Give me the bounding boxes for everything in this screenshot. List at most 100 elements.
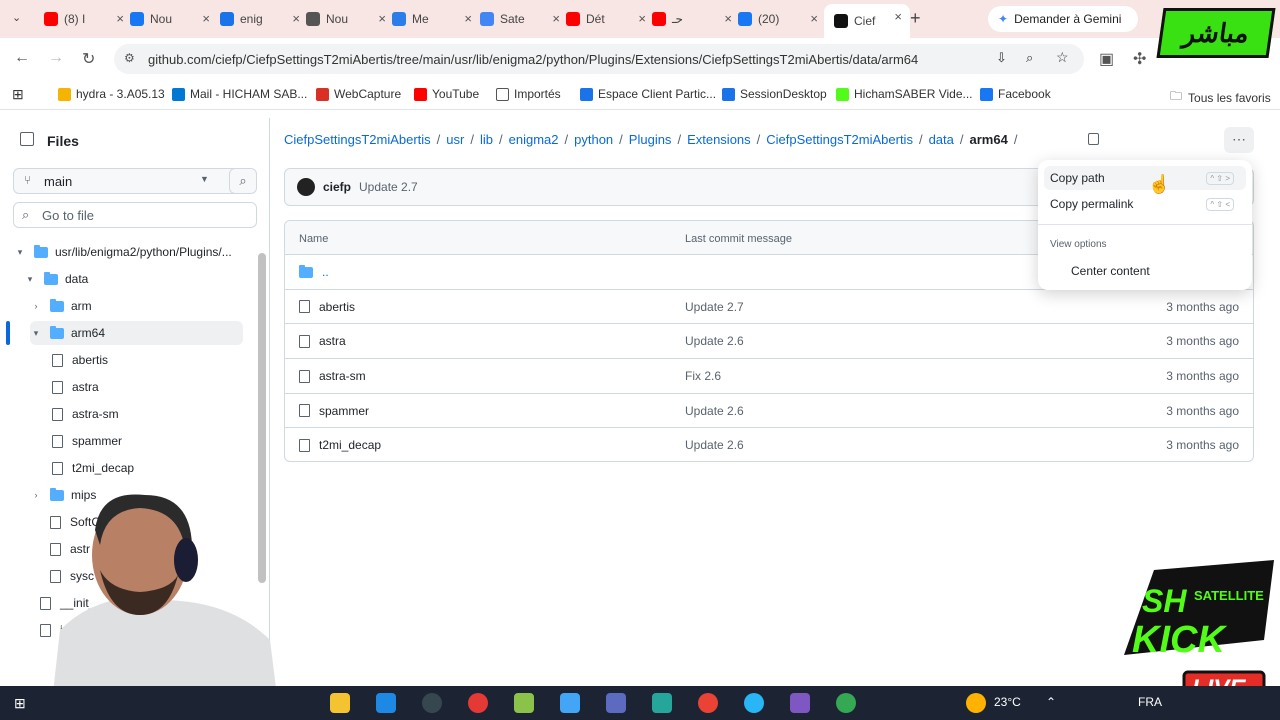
- tree-file[interactable]: abertis: [52, 348, 108, 372]
- table-row[interactable]: spammer Update 2.6 3 months ago: [285, 394, 1253, 429]
- commit-message[interactable]: Fix 2.6: [685, 369, 721, 383]
- reload-icon[interactable]: ↻: [82, 49, 95, 69]
- puzzle-icon[interactable]: ✣: [1133, 49, 1146, 69]
- browser-tab[interactable]: enig ×: [220, 6, 300, 32]
- close-tab-icon[interactable]: ×: [810, 11, 818, 26]
- branch-selector[interactable]: ⑂ main ▼: [13, 168, 243, 194]
- commit-message[interactable]: Update 2.6: [685, 334, 744, 348]
- collapse-sidebar-icon[interactable]: [20, 132, 34, 146]
- chrome-icon[interactable]: [698, 693, 718, 713]
- bookmark-item[interactable]: YouTube: [414, 87, 479, 101]
- search-icon[interactable]: ⌕: [229, 168, 257, 194]
- commit-message[interactable]: Update 2.7: [685, 300, 744, 314]
- new-tab-button[interactable]: +: [910, 8, 921, 29]
- chevron-icon[interactable]: ›: [30, 301, 42, 311]
- browser-tab[interactable]: (20) ×: [738, 6, 818, 32]
- close-tab-icon[interactable]: ×: [724, 11, 732, 26]
- telegram-icon[interactable]: [744, 693, 764, 713]
- commit-message[interactable]: Update 2.6: [685, 438, 744, 452]
- tray-chevron-icon[interactable]: ⌃: [1046, 695, 1056, 709]
- display-icon[interactable]: [376, 693, 396, 713]
- bookmark-item[interactable]: Espace Client Partic...: [580, 87, 716, 101]
- browser-tab[interactable]: Sate ×: [480, 6, 560, 32]
- tree-file[interactable]: t2mi_decap: [52, 456, 134, 480]
- camera-icon[interactable]: [422, 693, 442, 713]
- bookmark-item[interactable]: WebCapture: [316, 87, 401, 101]
- tree-file[interactable]: astra-sm: [52, 402, 119, 426]
- zoom-icon[interactable]: ⌕: [1026, 50, 1033, 66]
- tree-folder[interactable]: ▾ usr/lib/enigma2/python/Plugins/...: [14, 240, 232, 264]
- chevron-icon[interactable]: ▾: [14, 247, 26, 258]
- installer-icon[interactable]: [560, 693, 580, 713]
- tree-file[interactable]: astra: [52, 375, 99, 399]
- file-name[interactable]: astra: [319, 334, 346, 348]
- close-tab-icon[interactable]: ×: [552, 11, 560, 26]
- browser-tab[interactable]: Cief ×: [824, 4, 910, 38]
- breadcrumb-link[interactable]: python: [574, 132, 613, 147]
- install-icon[interactable]: ⇩: [996, 50, 1007, 66]
- file-name[interactable]: abertis: [319, 300, 355, 314]
- file-explorer-icon[interactable]: [330, 693, 350, 713]
- close-tab-icon[interactable]: ×: [378, 11, 386, 26]
- tree-folder[interactable]: › arm: [30, 294, 92, 318]
- parent-link[interactable]: ..: [322, 265, 329, 279]
- network-icon[interactable]: [652, 693, 672, 713]
- go-to-file-input[interactable]: ⌕ Go to file: [13, 202, 257, 228]
- table-row[interactable]: astra-sm Fix 2.6 3 months ago: [285, 359, 1253, 394]
- more-options-icon[interactable]: ⋯: [1224, 127, 1254, 153]
- bookmark-item[interactable]: Importés: [496, 87, 561, 101]
- start-icon[interactable]: ⊞: [14, 695, 26, 712]
- astronaut-icon[interactable]: [790, 693, 810, 713]
- gemini-button[interactable]: ✦ Demander à Gemini: [988, 6, 1138, 32]
- extension-icon[interactable]: ▣: [1099, 49, 1114, 69]
- browser-tab[interactable]: (8) I ×: [44, 6, 124, 32]
- back-icon[interactable]: ←: [14, 49, 30, 67]
- commit-message[interactable]: Update 2.6: [685, 404, 744, 418]
- tree-file[interactable]: spammer: [52, 429, 122, 453]
- site-info-icon[interactable]: ⚙: [124, 51, 135, 65]
- file-name[interactable]: spammer: [319, 404, 369, 418]
- bookmark-item[interactable]: hydra - 3.A05.13: [58, 87, 165, 101]
- breadcrumb-link[interactable]: CiefpSettingsT2miAbertis: [766, 132, 913, 147]
- center-content-item[interactable]: Center content: [1044, 259, 1246, 283]
- breadcrumb-link[interactable]: Extensions: [687, 132, 751, 147]
- app-icon[interactable]: [468, 693, 488, 713]
- breadcrumb-link[interactable]: data: [929, 132, 954, 147]
- commit-author[interactable]: ciefp: [323, 180, 351, 194]
- browser-tab[interactable]: Nou ×: [306, 6, 386, 32]
- bookmark-item[interactable]: SessionDesktop: [722, 87, 827, 101]
- browser-tab[interactable]: Me ×: [392, 6, 472, 32]
- apps-icon[interactable]: ⊞: [12, 86, 24, 103]
- breadcrumb-link[interactable]: Plugins: [629, 132, 672, 147]
- tree-folder[interactable]: ▾ arm64: [30, 321, 243, 345]
- close-tab-icon[interactable]: ×: [464, 11, 472, 26]
- close-tab-icon[interactable]: ×: [894, 9, 902, 24]
- tool-icon[interactable]: [514, 693, 534, 713]
- tree-folder[interactable]: ▾ data: [24, 267, 88, 291]
- browser-tab[interactable]: Dét ×: [566, 6, 646, 32]
- copy-permalink-item[interactable]: Copy permalink ^ ⇧ <: [1044, 192, 1246, 216]
- table-row[interactable]: astra Update 2.6 3 months ago: [285, 324, 1253, 360]
- close-tab-icon[interactable]: ×: [116, 11, 124, 26]
- address-bar[interactable]: ⚙ github.com/ciefp/CiefpSettingsT2miAber…: [114, 44, 1084, 74]
- breadcrumb-link[interactable]: CiefpSettingsT2miAbertis: [284, 132, 431, 147]
- table-row[interactable]: t2mi_decap Update 2.6 3 months ago: [285, 428, 1253, 461]
- language[interactable]: FRA: [1138, 695, 1162, 709]
- file-name[interactable]: t2mi_decap: [319, 438, 381, 452]
- chevron-icon[interactable]: ▾: [30, 328, 42, 339]
- close-tab-icon[interactable]: ×: [638, 11, 646, 26]
- table-row[interactable]: abertis Update 2.7 3 months ago: [285, 290, 1253, 325]
- chevron-icon[interactable]: ▾: [24, 274, 36, 285]
- bookmark-item[interactable]: Mail - HICHAM SAB...: [172, 87, 307, 101]
- avatar[interactable]: [297, 178, 315, 196]
- copy-path-item[interactable]: Copy path ^ ⇧ >: [1044, 166, 1246, 190]
- browser-tab[interactable]: Nou ×: [130, 6, 210, 32]
- breadcrumb-link[interactable]: enigma2: [509, 132, 559, 147]
- copy-path-icon[interactable]: [1088, 133, 1099, 145]
- breadcrumb-link[interactable]: lib: [480, 132, 493, 147]
- tab-search-icon[interactable]: ⌄: [12, 11, 21, 24]
- all-bookmarks[interactable]: 🗀 Tous les favoris: [1170, 87, 1271, 108]
- chrome-icon-2[interactable]: [836, 693, 856, 713]
- browser-tab[interactable]: حـ ×: [652, 6, 732, 32]
- breadcrumb-link[interactable]: usr: [446, 132, 464, 147]
